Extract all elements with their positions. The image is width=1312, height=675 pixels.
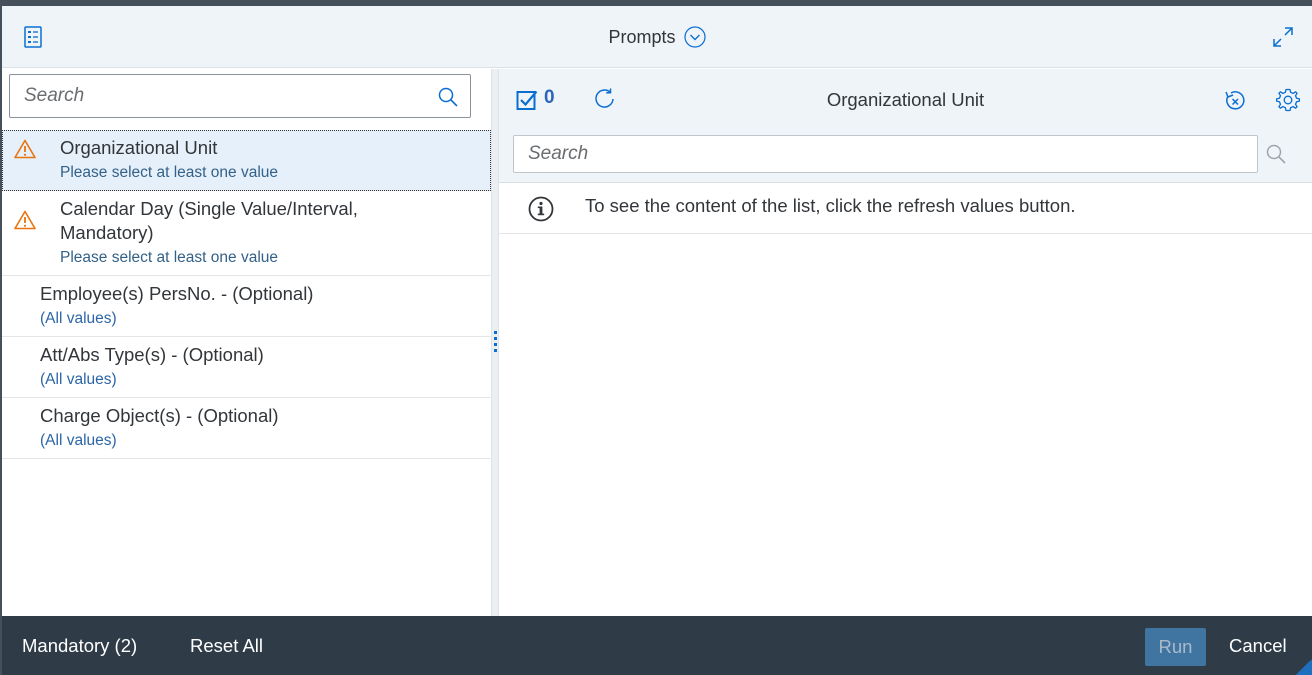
prompt-title: Charge Object(s) - (Optional) bbox=[40, 405, 279, 426]
info-message: To see the content of the list, click th… bbox=[499, 183, 1312, 234]
info-icon bbox=[528, 196, 554, 222]
value-pane-title: Organizational Unit bbox=[826, 88, 985, 110]
expand-icon[interactable] bbox=[1272, 26, 1294, 48]
prompt-title-line2: Mandatory) bbox=[60, 222, 154, 243]
prompt-status: (All values) bbox=[40, 310, 117, 327]
dialog-title-area: Prompts bbox=[2, 6, 1312, 68]
pane-splitter[interactable] bbox=[491, 69, 499, 616]
value-selection-pane: 0 Organizational Unit Search To see the … bbox=[499, 69, 1312, 616]
prompt-item-charge-object[interactable]: Charge Object(s) - (Optional) (All value… bbox=[2, 398, 491, 459]
warning-icon bbox=[14, 210, 36, 230]
prompt-list-pane: Organizational Unit Please select at lea… bbox=[2, 69, 491, 616]
prompt-list: Organizational Unit Please select at lea… bbox=[2, 130, 491, 459]
dialog-title: Prompts bbox=[608, 26, 676, 47]
run-button[interactable]: Run bbox=[1145, 628, 1206, 666]
prompt-item-att-abs-type[interactable]: Att/Abs Type(s) - (Optional) (All values… bbox=[2, 337, 491, 398]
resize-handle[interactable] bbox=[1296, 659, 1312, 675]
prompt-item-calendar-day[interactable]: Calendar Day (Single Value/Interval, Man… bbox=[2, 191, 491, 276]
prompt-item-organizational-unit[interactable]: Organizational Unit Please select at lea… bbox=[2, 130, 491, 191]
mandatory-filter-button[interactable]: Mandatory (2) bbox=[22, 616, 137, 675]
splitter-grip-icon[interactable] bbox=[494, 331, 497, 353]
clear-selection-icon[interactable] bbox=[1223, 89, 1247, 113]
prompt-status: Please select at least one value bbox=[60, 164, 278, 181]
search-icon[interactable] bbox=[1266, 144, 1286, 164]
value-search-input[interactable] bbox=[513, 135, 1258, 173]
search-icon[interactable] bbox=[438, 87, 458, 107]
dialog-footer: Mandatory (2) Reset All Run Cancel bbox=[2, 616, 1312, 675]
cancel-button[interactable]: Cancel bbox=[1229, 616, 1287, 675]
info-text: To see the content of the list, click th… bbox=[585, 195, 1076, 216]
dialog-titlebar: Prompts bbox=[2, 6, 1312, 68]
prompt-title: Employee(s) PersNo. - (Optional) bbox=[40, 283, 314, 304]
prompt-status: Please select at least one value bbox=[60, 249, 278, 266]
prompt-title: Organizational Unit bbox=[60, 137, 218, 158]
prompt-item-employee-persno[interactable]: Employee(s) PersNo. - (Optional) (All va… bbox=[2, 276, 491, 337]
prompt-title: Calendar Day (Single Value/Interval, bbox=[60, 198, 358, 219]
prompts-dialog: Prompts Search Organizational Unit Pleas… bbox=[2, 6, 1312, 675]
reset-all-button[interactable]: Reset All bbox=[190, 616, 263, 675]
chevron-down-icon[interactable] bbox=[683, 26, 706, 48]
prompt-search-input[interactable] bbox=[24, 75, 424, 117]
prompt-status: (All values) bbox=[40, 432, 117, 449]
prompt-search-box bbox=[9, 74, 471, 118]
gear-icon[interactable] bbox=[1275, 87, 1301, 113]
value-search-bar bbox=[499, 130, 1312, 183]
prompt-status: (All values) bbox=[40, 371, 117, 388]
value-toolbar: 0 Organizational Unit bbox=[499, 69, 1312, 130]
prompt-title: Att/Abs Type(s) - (Optional) bbox=[40, 344, 264, 365]
warning-icon bbox=[14, 139, 36, 159]
